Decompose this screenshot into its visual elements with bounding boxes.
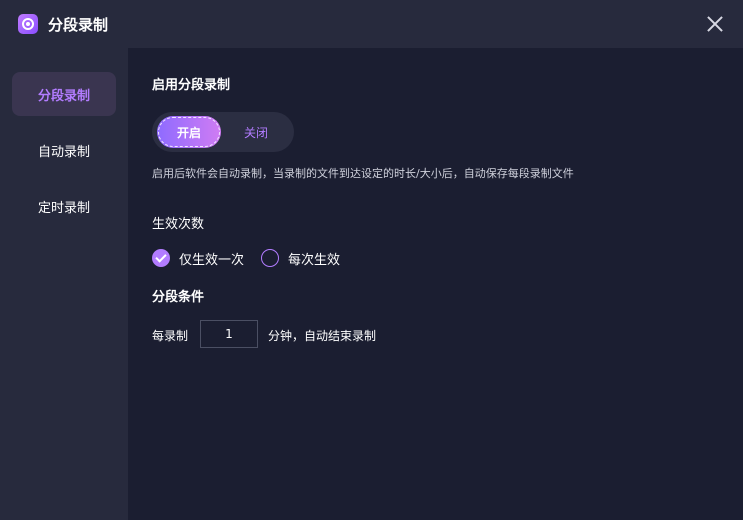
- title-bar: 分段录制: [0, 0, 743, 48]
- condition-suffix: 分钟，自动结束录制: [268, 329, 377, 343]
- enable-toggle[interactable]: 开启 关闭: [152, 112, 294, 152]
- radio-unchecked-icon[interactable]: [261, 249, 279, 267]
- sidebar-item-auto-recording[interactable]: 自动录制: [12, 128, 116, 172]
- sidebar-item-scheduled-recording[interactable]: 定时录制: [12, 184, 116, 228]
- condition-label: 分段条件: [152, 290, 205, 305]
- toggle-on-button[interactable]: 开启: [157, 116, 221, 148]
- effect-count-label: 生效次数: [152, 217, 205, 232]
- enable-description: 启用后软件会自动录制，当录制的文件到达设定的时长/大小后，自动保存每段录制文件: [152, 167, 574, 180]
- settings-panel: 启用分段录制 开启 关闭 启用后软件会自动录制，当录制的文件到达设定的时长/大小…: [128, 48, 743, 520]
- radio-once-label: 仅生效一次: [179, 252, 245, 268]
- enable-label: 启用分段录制: [152, 78, 231, 93]
- radio-checked-icon[interactable]: [152, 249, 170, 267]
- sidebar: 分段录制 自动录制 定时录制: [0, 48, 128, 520]
- condition-prefix: 每录制: [152, 329, 189, 343]
- record-app-icon: [18, 14, 38, 34]
- radio-once[interactable]: 仅生效一次: [152, 247, 244, 269]
- radio-every-time[interactable]: 每次生效: [261, 247, 340, 269]
- toggle-off-button[interactable]: 关闭: [226, 116, 286, 148]
- sidebar-item-segment-recording[interactable]: 分段录制: [12, 72, 116, 116]
- minutes-input[interactable]: [200, 320, 258, 348]
- window-title: 分段录制: [48, 16, 109, 34]
- close-icon[interactable]: [705, 14, 725, 34]
- radio-every-time-label: 每次生效: [288, 252, 341, 268]
